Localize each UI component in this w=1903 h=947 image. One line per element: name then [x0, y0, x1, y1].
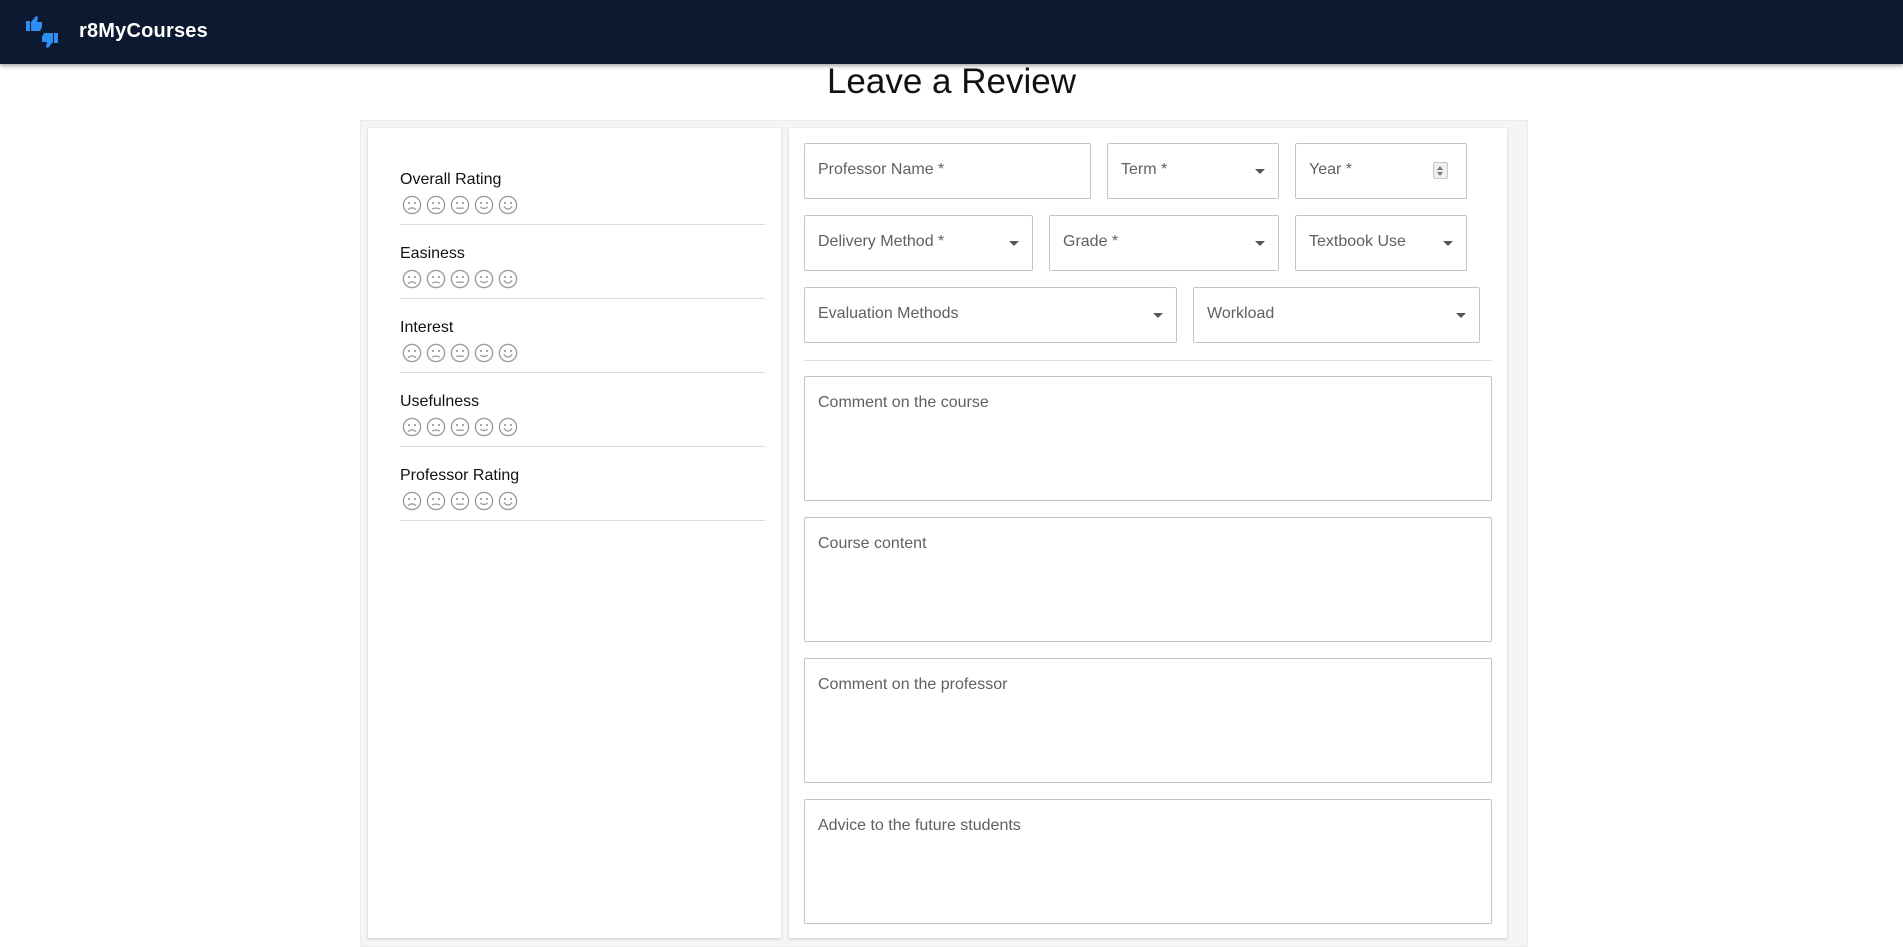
- neutral-icon[interactable]: [450, 491, 470, 511]
- year-input[interactable]: Year *: [1295, 143, 1467, 199]
- very-dissatisfied-icon[interactable]: [402, 417, 422, 437]
- neutral-icon[interactable]: [450, 417, 470, 437]
- rating-faces-overall[interactable]: [402, 195, 518, 215]
- rating-faces-easiness[interactable]: [402, 269, 518, 289]
- satisfied-icon[interactable]: [474, 491, 494, 511]
- advice-label: Advice to the future students: [818, 817, 1021, 834]
- professor-comment-label: Comment on the professor: [818, 676, 1008, 693]
- textbook-use-select[interactable]: Textbook Use: [1295, 215, 1467, 271]
- app-bar: r8MyCourses: [0, 0, 1903, 64]
- delivery-method-label: Delivery Method *: [818, 233, 945, 250]
- professor-comment-textarea[interactable]: Comment on the professor: [804, 658, 1492, 783]
- very-dissatisfied-icon[interactable]: [402, 491, 422, 511]
- rating-row-usefulness: Usefulness: [400, 373, 765, 447]
- dissatisfied-icon[interactable]: [426, 417, 446, 437]
- very-dissatisfied-icon[interactable]: [402, 269, 422, 289]
- evaluation-methods-select[interactable]: Evaluation Methods: [804, 287, 1177, 343]
- very-satisfied-icon[interactable]: [498, 269, 518, 289]
- satisfied-icon[interactable]: [474, 195, 494, 215]
- dissatisfied-icon[interactable]: [426, 491, 446, 511]
- caret-down-icon: [1255, 169, 1265, 174]
- satisfied-icon[interactable]: [474, 417, 494, 437]
- term-select[interactable]: Term *: [1107, 143, 1279, 199]
- brand-name[interactable]: r8MyCourses: [79, 20, 208, 43]
- dissatisfied-icon[interactable]: [426, 343, 446, 363]
- advice-textarea[interactable]: Advice to the future students: [804, 799, 1492, 924]
- dissatisfied-icon[interactable]: [426, 195, 446, 215]
- rating-label-easiness: Easiness: [400, 245, 465, 262]
- rating-row-easiness: Easiness: [400, 225, 765, 299]
- evaluation-methods-label: Evaluation Methods: [818, 305, 959, 322]
- rating-faces-interest[interactable]: [402, 343, 518, 363]
- professor-name-label: Professor Name *: [818, 161, 945, 178]
- caret-down-icon: [1009, 241, 1019, 246]
- professor-name-input[interactable]: Professor Name *: [804, 143, 1091, 199]
- grade-select[interactable]: Grade *: [1049, 215, 1279, 271]
- very-satisfied-icon[interactable]: [498, 195, 518, 215]
- workload-label: Workload: [1207, 305, 1275, 322]
- rating-label-overall: Overall Rating: [400, 171, 502, 188]
- caret-down-icon: [1255, 241, 1265, 246]
- rating-row-overall: Overall Rating: [400, 151, 765, 225]
- textbook-use-label: Textbook Use: [1309, 233, 1406, 250]
- grade-label: Grade *: [1063, 233, 1119, 250]
- rating-row-interest: Interest: [400, 299, 765, 373]
- thumbs-up-down-icon[interactable]: [25, 15, 59, 49]
- delivery-method-select[interactable]: Delivery Method *: [804, 215, 1033, 271]
- section-divider: [804, 360, 1492, 361]
- rating-faces-usefulness[interactable]: [402, 417, 518, 437]
- very-satisfied-icon[interactable]: [498, 491, 518, 511]
- neutral-icon[interactable]: [450, 195, 470, 215]
- term-label: Term *: [1121, 161, 1168, 178]
- course-comment-textarea[interactable]: Comment on the course: [804, 376, 1492, 501]
- very-satisfied-icon[interactable]: [498, 417, 518, 437]
- caret-down-icon: [1456, 313, 1466, 318]
- very-satisfied-icon[interactable]: [498, 343, 518, 363]
- very-dissatisfied-icon[interactable]: [402, 343, 422, 363]
- dissatisfied-icon[interactable]: [426, 269, 446, 289]
- year-label: Year *: [1309, 161, 1352, 178]
- very-dissatisfied-icon[interactable]: [402, 195, 422, 215]
- page-title: Leave a Review: [826, 62, 1077, 101]
- course-content-textarea[interactable]: Course content: [804, 517, 1492, 642]
- neutral-icon[interactable]: [450, 269, 470, 289]
- rating-label-usefulness: Usefulness: [400, 393, 480, 410]
- rating-row-professor: Professor Rating: [400, 447, 765, 521]
- number-spinner-icon[interactable]: [1433, 162, 1448, 179]
- course-content-label: Course content: [818, 535, 927, 552]
- caret-down-icon: [1443, 241, 1453, 246]
- caret-down-icon: [1153, 313, 1163, 318]
- neutral-icon[interactable]: [450, 343, 470, 363]
- satisfied-icon[interactable]: [474, 343, 494, 363]
- rating-faces-professor[interactable]: [402, 491, 518, 511]
- rating-label-interest: Interest: [400, 319, 454, 336]
- workload-select[interactable]: Workload: [1193, 287, 1480, 343]
- rating-label-professor: Professor Rating: [400, 467, 520, 484]
- satisfied-icon[interactable]: [474, 269, 494, 289]
- course-comment-label: Comment on the course: [818, 394, 989, 411]
